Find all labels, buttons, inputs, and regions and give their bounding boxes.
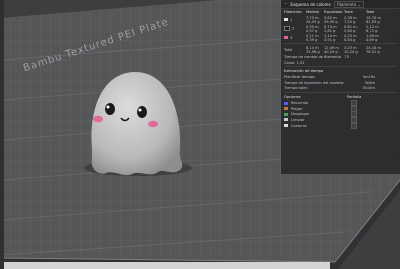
estimate-label: Tiempo de impresión del modelo: xyxy=(284,80,345,85)
cell-modelo: 0,11 m 0,39 g xyxy=(306,33,319,42)
col-total: Total xyxy=(366,10,375,15)
table-row: 1 7,73 m 24,55 g 9,62 m 29,99 g 2,36 m 7… xyxy=(281,15,400,24)
option-checkbox[interactable] xyxy=(351,122,357,129)
color-swatch xyxy=(284,18,288,22)
cell-torre: 0,25 m 0,83 g xyxy=(344,33,357,42)
option-label: Desplegar xyxy=(291,112,310,117)
total-torre: 3,23 m 10,24 g xyxy=(344,45,358,54)
collapse-icon[interactable]: ⌃ xyxy=(284,2,287,7)
divider xyxy=(284,66,397,68)
divider xyxy=(284,92,397,94)
col-modelo: Modelo xyxy=(306,10,319,15)
cell-modelo: 7,73 m 24,55 g xyxy=(306,15,320,24)
table-row: 2 0,30 m 0,97 g 0,74 m 2,81 g 0,81 m 2,6… xyxy=(281,24,400,33)
option-label: Recorrido xyxy=(291,101,309,106)
option-label: Limpiar xyxy=(291,117,305,122)
option-label: Plegar xyxy=(291,106,303,111)
screen-title: Pantalla xyxy=(347,95,362,100)
cell-total: 19,70 m 61,93 g xyxy=(366,15,381,24)
cell-total: 1,46 m 4,69 g xyxy=(366,33,379,42)
cost-label: Coste xyxy=(284,60,295,65)
estimate-label: Planificar tiempo: xyxy=(284,75,316,80)
estimate-value: 5m19s xyxy=(362,75,375,80)
left-toolbar-edge xyxy=(0,0,4,269)
option-row: Costuras xyxy=(281,122,400,129)
col-torre: Torre xyxy=(344,10,353,15)
change-time-label: Tiempo de cambio de filamento xyxy=(284,54,342,59)
color-swatch xyxy=(284,36,288,40)
cost-row: Coste: 1,91 xyxy=(284,60,305,65)
table-row: 3 0,11 m 0,39 g 1,14 m 3,51 g 0,25 m 0,8… xyxy=(281,33,400,42)
divider xyxy=(284,43,397,45)
scheme-dropdown-value: Filamento xyxy=(336,1,357,7)
option-color-swatch xyxy=(284,112,288,116)
cell-total: 2,12 m 6,72 g xyxy=(366,24,379,33)
total-expulsado: 12,49 m 40,29 g xyxy=(324,45,339,54)
option-color-swatch xyxy=(284,124,288,128)
col-filamento: Filamento xyxy=(284,10,302,15)
total-label: Total xyxy=(284,47,293,52)
cell-torre: 2,36 m 7,50 g xyxy=(344,15,357,24)
option-label: Costuras xyxy=(291,123,307,128)
options-title: Opciones xyxy=(284,95,301,100)
color-scheme-panel: ⌃ Esquema de colores Filamento ⌄ Filamen… xyxy=(281,0,400,174)
option-color-swatch xyxy=(284,118,288,122)
filament-id: 3 xyxy=(290,35,293,40)
estimate-row: Tiempo total: 3h14m xyxy=(281,86,400,92)
estimate-value: 3h14m xyxy=(362,86,375,91)
color-swatch xyxy=(284,26,290,32)
col-expulsado: Expulsado xyxy=(324,10,343,15)
total-row: Total 8,14 m 25,98 g 12,49 m 40,29 g 3,2… xyxy=(281,45,400,54)
panel-title: Esquema de colores xyxy=(290,1,331,7)
estimate-label: Tiempo total: xyxy=(284,86,308,91)
filament-id: 1 xyxy=(290,17,293,22)
option-color-swatch xyxy=(284,107,288,111)
filament-id: 2 xyxy=(292,26,295,31)
change-time-value: 75 xyxy=(344,54,349,59)
total-modelo: 8,14 m 25,98 g xyxy=(306,45,320,54)
left-eye xyxy=(105,103,115,115)
cost-value: 1,91 xyxy=(296,60,305,65)
panel-header: ⌃ Esquema de colores Filamento ⌄ xyxy=(281,0,400,9)
scheme-dropdown[interactable]: Filamento ⌄ xyxy=(333,0,364,8)
cell-expulsado: 0,74 m 2,81 g xyxy=(324,24,337,33)
estimate-value: 3h8m xyxy=(364,80,375,85)
cell-expulsado: 1,14 m 3,51 g xyxy=(324,33,337,42)
cell-modelo: 0,30 m 0,97 g xyxy=(306,24,319,33)
cell-torre: 0,81 m 2,60 g xyxy=(344,24,357,33)
right-eye xyxy=(137,106,147,118)
total-total: 24,18 m 76,51 g xyxy=(366,45,381,54)
option-color-swatch xyxy=(284,101,288,105)
cell-expulsado: 9,62 m 29,99 g xyxy=(324,15,338,24)
